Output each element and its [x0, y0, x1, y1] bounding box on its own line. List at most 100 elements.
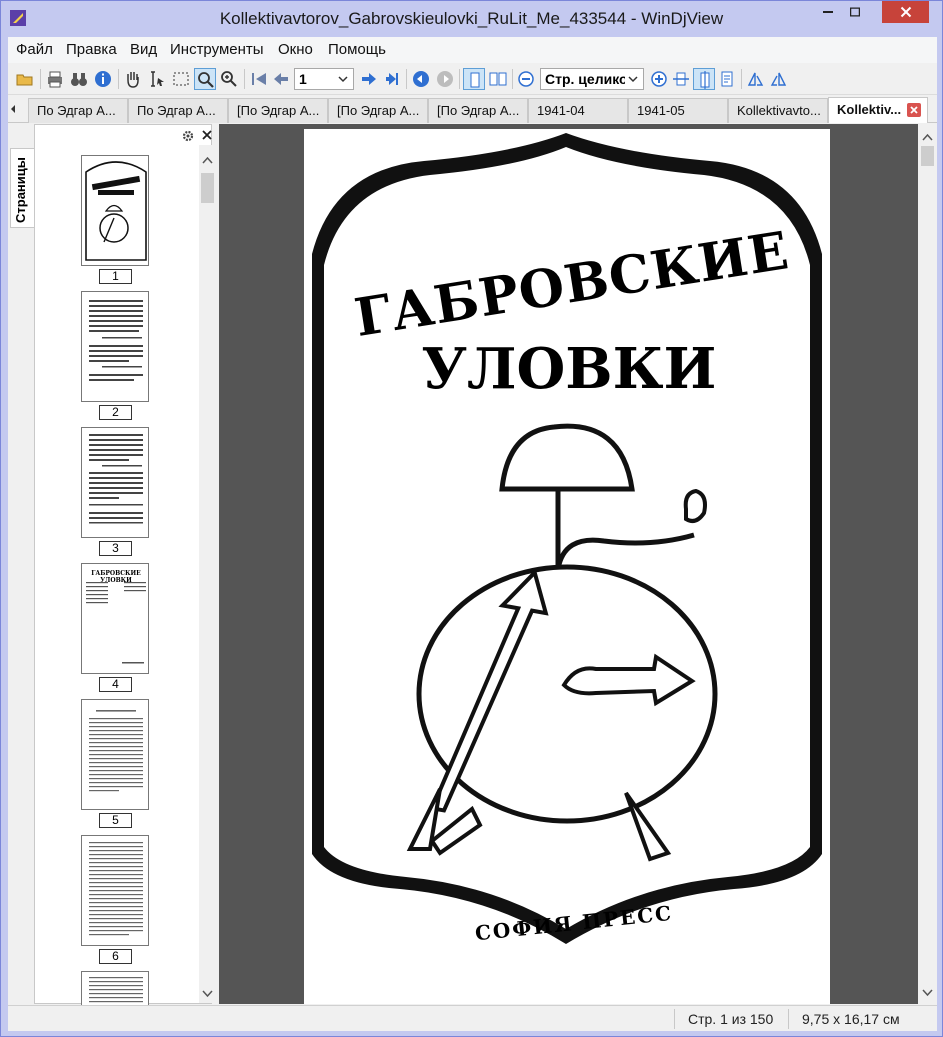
rotate-right-icon — [770, 72, 787, 86]
scroll-up-icon[interactable] — [199, 153, 216, 167]
tab-close-button[interactable] — [907, 103, 921, 117]
info-button[interactable] — [92, 68, 114, 90]
last-page-icon — [386, 73, 398, 85]
actual-size-button[interactable] — [716, 68, 738, 90]
tab-document-7[interactable]: 1941-05 — [628, 98, 728, 123]
menu-help[interactable]: Помощь — [326, 41, 388, 58]
chevron-left-icon[interactable] — [9, 104, 17, 114]
document-scrollbar[interactable] — [918, 124, 937, 1004]
scrollbar-thumb[interactable] — [921, 146, 934, 166]
rect-select-button[interactable] — [170, 68, 192, 90]
thumbnail-scrollbar[interactable] — [199, 145, 216, 1003]
page-number-input[interactable]: 1 — [294, 68, 354, 90]
zoom-in-button[interactable] — [648, 68, 670, 90]
back-circle-icon — [413, 71, 429, 87]
forward-button[interactable] — [434, 68, 456, 90]
rotate-left-button[interactable] — [744, 68, 766, 90]
chevron-down-icon — [338, 76, 348, 83]
last-page-button[interactable] — [380, 68, 402, 90]
thumbnail-number: 1 — [99, 269, 132, 284]
page-number-value: 1 — [299, 71, 307, 87]
forward-circle-icon — [437, 71, 453, 87]
find-button[interactable] — [68, 68, 90, 90]
menu-tools[interactable]: Инструменты — [168, 41, 266, 58]
next-page-button[interactable] — [358, 68, 380, 90]
back-button[interactable] — [410, 68, 432, 90]
tab-document-1[interactable]: По Эдгар А... — [28, 98, 128, 123]
info-icon — [95, 71, 111, 87]
thumbnail-number: 5 — [99, 813, 132, 828]
rotate-right-button[interactable] — [768, 68, 790, 90]
fit-width-button[interactable] — [670, 68, 692, 90]
zoom-in-magnifier-icon — [221, 71, 237, 87]
select-tool-button[interactable] — [146, 68, 168, 90]
tab-bar: По Эдгар А... По Эдгар А... [По Эдгар А.… — [8, 96, 937, 123]
menu-view[interactable]: Вид — [128, 41, 159, 58]
sidebar-tab-pages[interactable]: Страницы — [10, 148, 34, 228]
tab-document-2[interactable]: По Эдгар А... — [128, 98, 228, 123]
minimize-icon — [823, 11, 833, 13]
scroll-up-icon[interactable] — [918, 130, 937, 144]
zoom-rect-button[interactable] — [218, 68, 240, 90]
maximize-button[interactable] — [842, 1, 868, 23]
single-page-icon — [470, 72, 480, 88]
title-bar[interactable]: Kollektivavtorov_Gabrovskieulovki_RuLit_… — [1, 1, 942, 37]
menu-window[interactable]: Окно — [276, 41, 315, 58]
magnifier-icon — [198, 72, 214, 88]
scroll-down-icon[interactable] — [918, 986, 937, 1000]
document-viewer[interactable]: ГАБРОВСКИЕ УЛОВКИ СОФИЯ ПРЕСС — [219, 124, 918, 1004]
thumbnail-number: 3 — [99, 541, 132, 556]
page-thumbnail-7[interactable] — [81, 971, 149, 1005]
print-button[interactable] — [44, 68, 66, 90]
tab-document-3[interactable]: [По Эдгар А... — [228, 98, 328, 123]
tab-document-active[interactable]: Kollektiv... — [828, 97, 928, 123]
menu-bar: Файл Правка Вид Инструменты Окно Помощь — [8, 37, 937, 63]
gear-icon[interactable] — [181, 129, 195, 143]
page-thumbnail-6[interactable] — [81, 835, 149, 946]
thumbnail-number: 2 — [99, 405, 132, 420]
close-button[interactable] — [882, 1, 929, 23]
page-thumbnail-1[interactable] — [81, 155, 149, 266]
fit-width-icon — [673, 72, 689, 86]
rotate-left-icon — [747, 72, 764, 86]
zoom-mode-value: Стр. целиком — [545, 71, 638, 87]
tab-document-6[interactable]: 1941-04 — [528, 98, 628, 123]
page-thumbnail-3[interactable] — [81, 427, 149, 538]
zoom-select[interactable]: Стр. целиком — [540, 68, 644, 90]
facing-pages-button[interactable] — [487, 68, 509, 90]
open-button[interactable] — [14, 68, 36, 90]
scroll-down-icon[interactable] — [199, 987, 216, 1001]
page-thumbnail-4[interactable]: ГАБРОВСКИЕ УЛОВКИ — [81, 563, 149, 674]
arrow-right-icon — [362, 73, 376, 85]
cover-title-line2: УЛОВКИ — [421, 336, 717, 402]
menu-file[interactable]: Файл — [14, 41, 55, 58]
scrollbar-thumb[interactable] — [201, 173, 214, 203]
zoom-out-button[interactable] — [515, 68, 537, 90]
minimize-button[interactable] — [814, 1, 842, 23]
page-thumbnail-2[interactable] — [81, 291, 149, 402]
fit-page-icon — [700, 71, 710, 89]
prev-page-button[interactable] — [270, 68, 292, 90]
thumbnail-list: 1 2 3 ГАБРОВСКИЕ УЛОВКИ 4 5 6 — [35, 145, 195, 1005]
hand-tool-button[interactable] — [122, 68, 144, 90]
page-thumbnail-5[interactable] — [81, 699, 149, 810]
text-cursor-icon — [151, 71, 164, 87]
text-page-thumbnail-image — [89, 300, 143, 381]
thumbnail-number: 4 — [99, 677, 132, 692]
single-page-button[interactable] — [463, 68, 485, 90]
zoom-tool-button[interactable] — [194, 68, 216, 90]
menu-edit[interactable]: Правка — [64, 41, 119, 58]
printer-icon — [48, 71, 62, 88]
window-title: Kollektivavtorov_Gabrovskieulovki_RuLit_… — [219, 9, 724, 28]
first-page-button[interactable] — [248, 68, 270, 90]
text-page-thumbnail-image — [89, 977, 143, 1003]
tab-document-5[interactable]: [По Эдгар А... — [428, 98, 528, 123]
tab-document-4[interactable]: [По Эдгар А... — [328, 98, 428, 123]
tab-document-8[interactable]: Kollektivavto... — [728, 98, 828, 123]
close-icon — [910, 106, 918, 114]
sidebar-tab-label: Страницы — [13, 157, 28, 223]
close-icon — [900, 6, 911, 18]
actual-size-icon — [721, 71, 733, 87]
close-panel-icon[interactable] — [201, 129, 213, 141]
fit-page-button[interactable] — [693, 68, 715, 90]
